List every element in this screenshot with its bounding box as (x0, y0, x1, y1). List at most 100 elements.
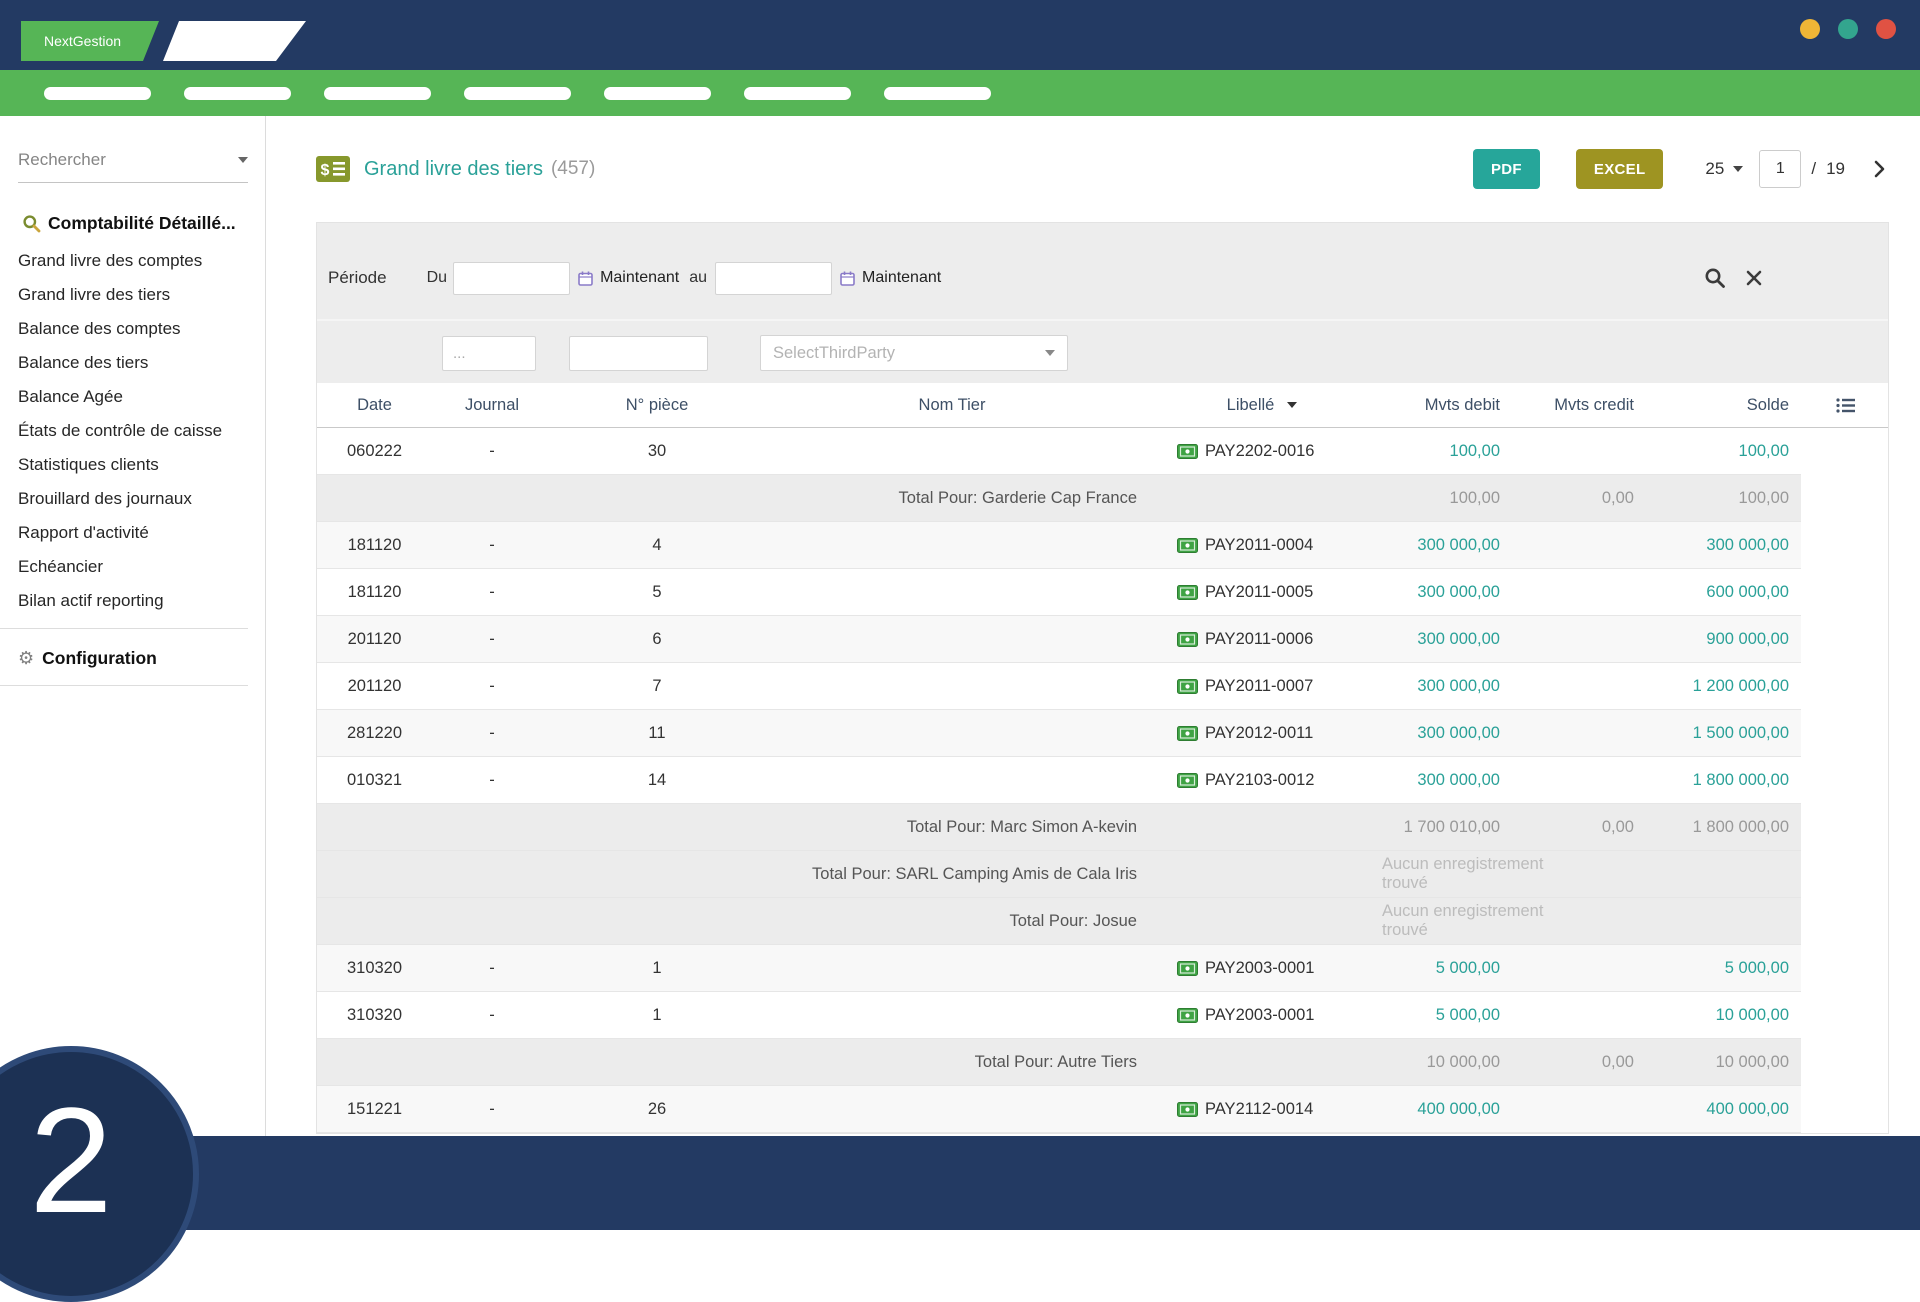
libelle-text: PAY2202-0016 (1205, 442, 1314, 461)
cell-date: 010321 (317, 757, 432, 803)
cell-piece: 14 (552, 757, 762, 803)
chevron-down-icon (1045, 350, 1055, 356)
libelle-text: PAY2103-0012 (1205, 771, 1314, 790)
sidebar-divider (0, 628, 248, 629)
next-page-button[interactable] (1869, 159, 1889, 179)
table-row[interactable]: 201120-7PAY2011-0007300 000,001 200 000,… (317, 663, 1801, 710)
sidebar-item[interactable]: Brouillard des journaux (0, 482, 265, 516)
table-row[interactable]: 151221-26PAY2112-0014400 000,00400 000,0… (317, 1086, 1801, 1133)
page-separator: / (1811, 159, 1816, 179)
excel-button[interactable]: EXCEL (1576, 149, 1664, 189)
table-row[interactable]: 181120-5PAY2011-0005300 000,00600 000,00 (317, 569, 1801, 616)
total-spacer (1142, 475, 1382, 521)
table-row[interactable]: 060222-30PAY2202-0016100,00100,00 (317, 428, 1801, 475)
total-solde: 100,00 (1647, 475, 1801, 521)
sidebar-search-select[interactable]: Rechercher (18, 150, 248, 183)
col-header-credit[interactable]: Mvts credit (1512, 383, 1647, 427)
column-list-icon[interactable] (1836, 397, 1856, 414)
cell-piece: 7 (552, 663, 762, 709)
cell-nom-tier (762, 569, 1142, 615)
cell-debit: 300 000,00 (1382, 710, 1512, 756)
cell-solde: 10 000,00 (1647, 992, 1801, 1038)
date-from-input[interactable] (453, 262, 570, 295)
nav-item-placeholder[interactable] (884, 87, 991, 100)
window-dot[interactable] (1876, 19, 1896, 39)
record-count: (457) (551, 158, 595, 180)
cell-libelle: PAY2011-0007 (1142, 663, 1382, 709)
sidebar-item[interactable]: Grand livre des tiers (0, 278, 265, 312)
redacted-tab[interactable] (163, 21, 306, 61)
nav-item-placeholder[interactable] (604, 87, 711, 100)
page-title: Grand livre des tiers (364, 158, 543, 181)
table-total-row: Total Pour: Garderie Cap France100,000,0… (317, 475, 1801, 522)
page-size-select[interactable]: 25 (1705, 159, 1743, 179)
cell-libelle: PAY2011-0004 (1142, 522, 1382, 568)
col-header-journal[interactable]: Journal (432, 383, 552, 427)
col-header-debit[interactable]: Mvts debit (1382, 383, 1512, 427)
sidebar-item[interactable]: Balance des tiers (0, 346, 265, 380)
sidebar-item[interactable]: Rapport d'activité (0, 516, 265, 550)
total-spacer (1647, 851, 1801, 897)
cell-piece: 1 (552, 945, 762, 991)
table-row[interactable]: 310320-1PAY2003-00015 000,005 000,00 (317, 945, 1801, 992)
col-header-nom-tier[interactable]: Nom Tier (762, 383, 1142, 427)
clear-filters-icon[interactable] (1745, 269, 1763, 287)
table-row[interactable]: 181120-4PAY2011-0004300 000,00300 000,00 (317, 522, 1801, 569)
cell-libelle: PAY2003-0001 (1142, 992, 1382, 1038)
calendar-icon[interactable] (840, 271, 855, 286)
nav-item-placeholder[interactable] (184, 87, 291, 100)
total-spacer (1142, 851, 1382, 897)
libelle-text: PAY2011-0004 (1205, 536, 1313, 555)
table-row[interactable]: 010321-14PAY2103-0012300 000,001 800 000… (317, 757, 1801, 804)
col-header-solde[interactable]: Solde (1647, 383, 1801, 427)
sidebar-item[interactable]: Statistiques clients (0, 448, 265, 482)
col-header-date[interactable]: Date (317, 383, 432, 427)
cell-libelle: PAY2003-0001 (1142, 945, 1382, 991)
brand-tab[interactable]: NextGestion (21, 21, 159, 61)
col-header-libelle[interactable]: Libellé (1142, 383, 1382, 427)
date-to-input[interactable] (715, 262, 832, 295)
sidebar-item[interactable]: Grand livre des comptes (0, 244, 265, 278)
table-total-row: Total Pour: Autre Tiers10 000,000,0010 0… (317, 1039, 1801, 1086)
table-row[interactable]: 281220-11PAY2012-0011300 000,001 500 000… (317, 710, 1801, 757)
cell-debit: 5 000,00 (1382, 945, 1512, 991)
col-header-piece[interactable]: N° pièce (552, 383, 762, 427)
cell-solde: 900 000,00 (1647, 616, 1801, 662)
page-number-input[interactable] (1759, 150, 1801, 188)
third-party-select[interactable]: SelectThirdParty (760, 335, 1068, 371)
sidebar-item[interactable]: Balance des comptes (0, 312, 265, 346)
sidebar-item-configuration[interactable]: ⚙ Configuration (0, 641, 265, 675)
cell-credit (1512, 992, 1647, 1038)
cell-debit: 5 000,00 (1382, 992, 1512, 1038)
sidebar-divider (0, 685, 248, 686)
calendar-icon[interactable] (578, 271, 593, 286)
sidebar-item[interactable]: Balance Agée (0, 380, 265, 414)
cell-piece: 1 (552, 992, 762, 1038)
journal-filter-input[interactable] (569, 336, 708, 371)
table-row[interactable]: 310320-1PAY2003-00015 000,0010 000,00 (317, 992, 1801, 1039)
search-icon[interactable] (1704, 267, 1726, 289)
sidebar-section-title: Comptabilité Détaillé... (48, 213, 236, 234)
cell-solde: 600 000,00 (1647, 569, 1801, 615)
window-dot[interactable] (1800, 19, 1820, 39)
banknote-icon (1177, 585, 1198, 600)
cell-piece: 30 (552, 428, 762, 474)
window-dot[interactable] (1838, 19, 1858, 39)
sidebar-item[interactable]: Echéancier (0, 550, 265, 584)
nav-item-placeholder[interactable] (324, 87, 431, 100)
cell-date: 151221 (317, 1086, 432, 1132)
sidebar-item[interactable]: Bilan actif reporting (0, 584, 265, 618)
nav-item-placeholder[interactable] (464, 87, 571, 100)
banknote-icon (1177, 961, 1198, 976)
total-label: Total Pour: Marc Simon A-kevin (317, 804, 1142, 850)
table-row[interactable]: 201120-6PAY2011-0006300 000,00900 000,00 (317, 616, 1801, 663)
sidebar-item[interactable]: États de contrôle de caisse (0, 414, 265, 448)
pdf-button[interactable]: PDF (1473, 149, 1540, 189)
nav-item-placeholder[interactable] (44, 87, 151, 100)
from-label: Du (427, 269, 447, 287)
piece-filter-input[interactable] (442, 336, 536, 371)
period-filter-row: Période Du Maintenant au (317, 237, 1888, 321)
nav-item-placeholder[interactable] (744, 87, 851, 100)
page-size-value: 25 (1705, 159, 1724, 179)
cell-journal: - (432, 710, 552, 756)
